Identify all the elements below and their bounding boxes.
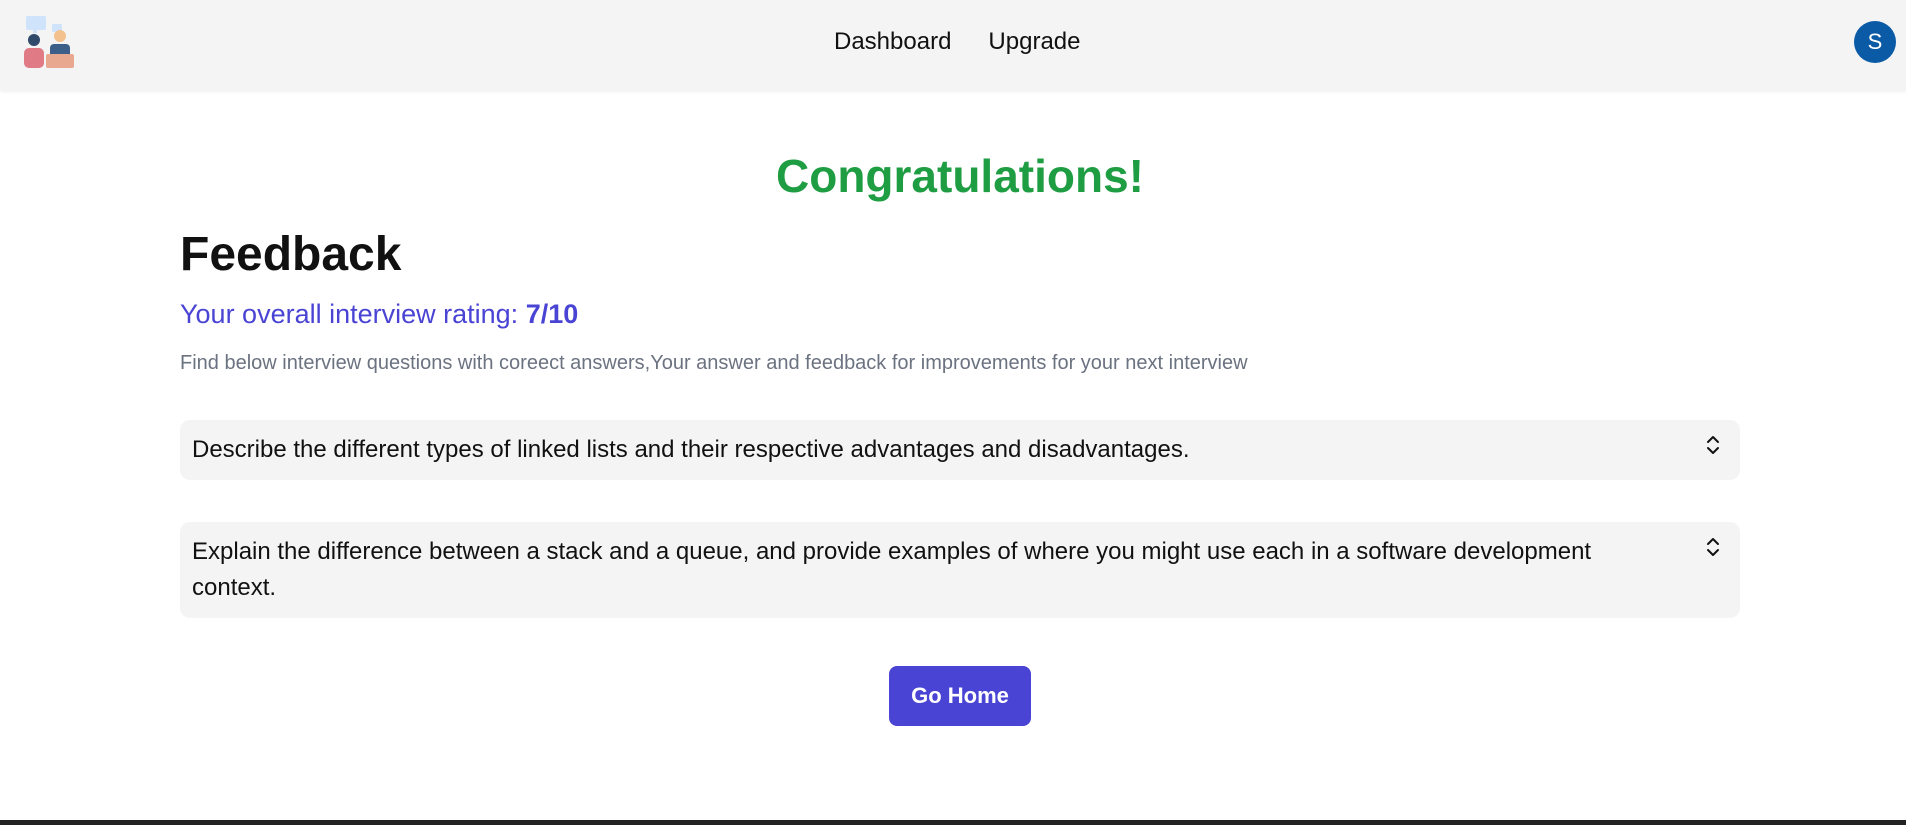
chevron-up-down-icon: [1707, 436, 1719, 454]
interview-people-icon[interactable]: [22, 16, 74, 68]
go-home-button[interactable]: Go Home: [889, 666, 1031, 726]
question-accordion-2[interactable]: Explain the difference between a stack a…: [180, 522, 1740, 618]
chevron-up-down-icon: [1707, 538, 1719, 556]
rating-value: 7/10: [525, 299, 579, 329]
overall-rating: Your overall interview rating: 7/10: [180, 296, 578, 332]
top-navbar: Dashboard Upgrade S: [0, 0, 1906, 91]
question-accordion-1[interactable]: Describe the different types of linked l…: [180, 420, 1740, 480]
page-title: Feedback: [180, 228, 402, 281]
question-text: Describe the different types of linked l…: [192, 436, 1190, 463]
bottom-edge: [0, 820, 1906, 825]
main-nav: Dashboard Upgrade: [834, 27, 1080, 57]
user-avatar[interactable]: S: [1854, 21, 1896, 63]
rating-label: Your overall interview rating:: [180, 299, 526, 329]
congrats-heading: Congratulations!: [776, 150, 1144, 202]
nav-link-dashboard[interactable]: Dashboard: [834, 27, 951, 57]
question-text: Explain the difference between a stack a…: [192, 538, 1592, 601]
nav-link-upgrade[interactable]: Upgrade: [988, 27, 1080, 57]
page-subtitle: Find below interview questions with core…: [180, 352, 1248, 374]
